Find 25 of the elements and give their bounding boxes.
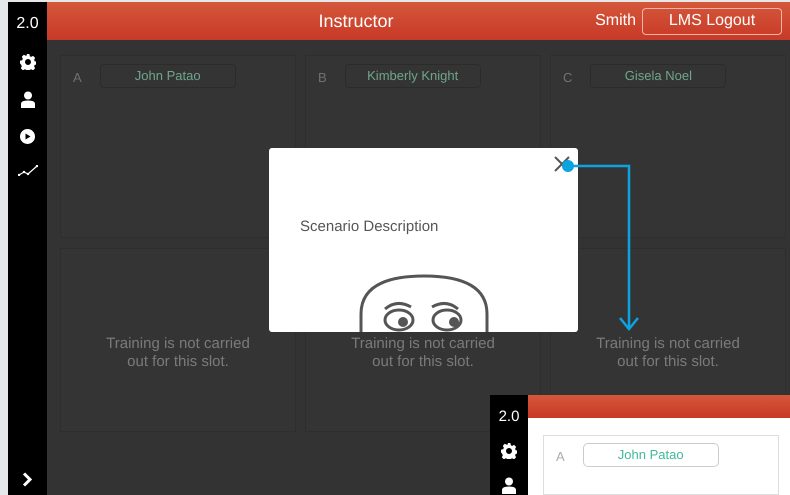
logout-button[interactable]: LMS Logout	[642, 8, 782, 34]
user-name: Smith	[595, 11, 636, 31]
empty-slot-message: Training is not carried out for this slot.	[350, 335, 496, 372]
version-label: 2.0	[498, 407, 520, 427]
trainee-button[interactable]: John Patao	[100, 64, 236, 88]
page-title: Instructor	[318, 10, 395, 32]
empty-slot-message: Training is not carried out for this slot.	[105, 335, 251, 372]
person-icon[interactable]	[20, 91, 34, 108]
empty-slot-message: Training is not carried out for this slot.	[595, 335, 741, 372]
person-icon[interactable]	[502, 476, 516, 494]
chevron-right-icon[interactable]	[22, 472, 33, 487]
trainee-button[interactable]: Gisela Noel	[590, 64, 726, 88]
slot-letter: A	[73, 69, 82, 87]
chart-line-icon[interactable]	[18, 165, 38, 176]
close-icon[interactable]	[554, 156, 570, 172]
slot-letter: A	[556, 448, 565, 466]
trainee-button[interactable]: John Patao	[582, 443, 719, 467]
modal-title: Scenario Description	[300, 217, 438, 237]
settings-icon[interactable]	[20, 54, 36, 70]
version-label: 2.0	[16, 14, 39, 34]
settings-icon[interactable]	[501, 442, 517, 458]
play-icon[interactable]	[20, 129, 35, 144]
slot-letter: B	[318, 69, 327, 87]
slot-letter: C	[563, 69, 572, 87]
trainee-button[interactable]: Kimberly Knight	[344, 64, 481, 88]
